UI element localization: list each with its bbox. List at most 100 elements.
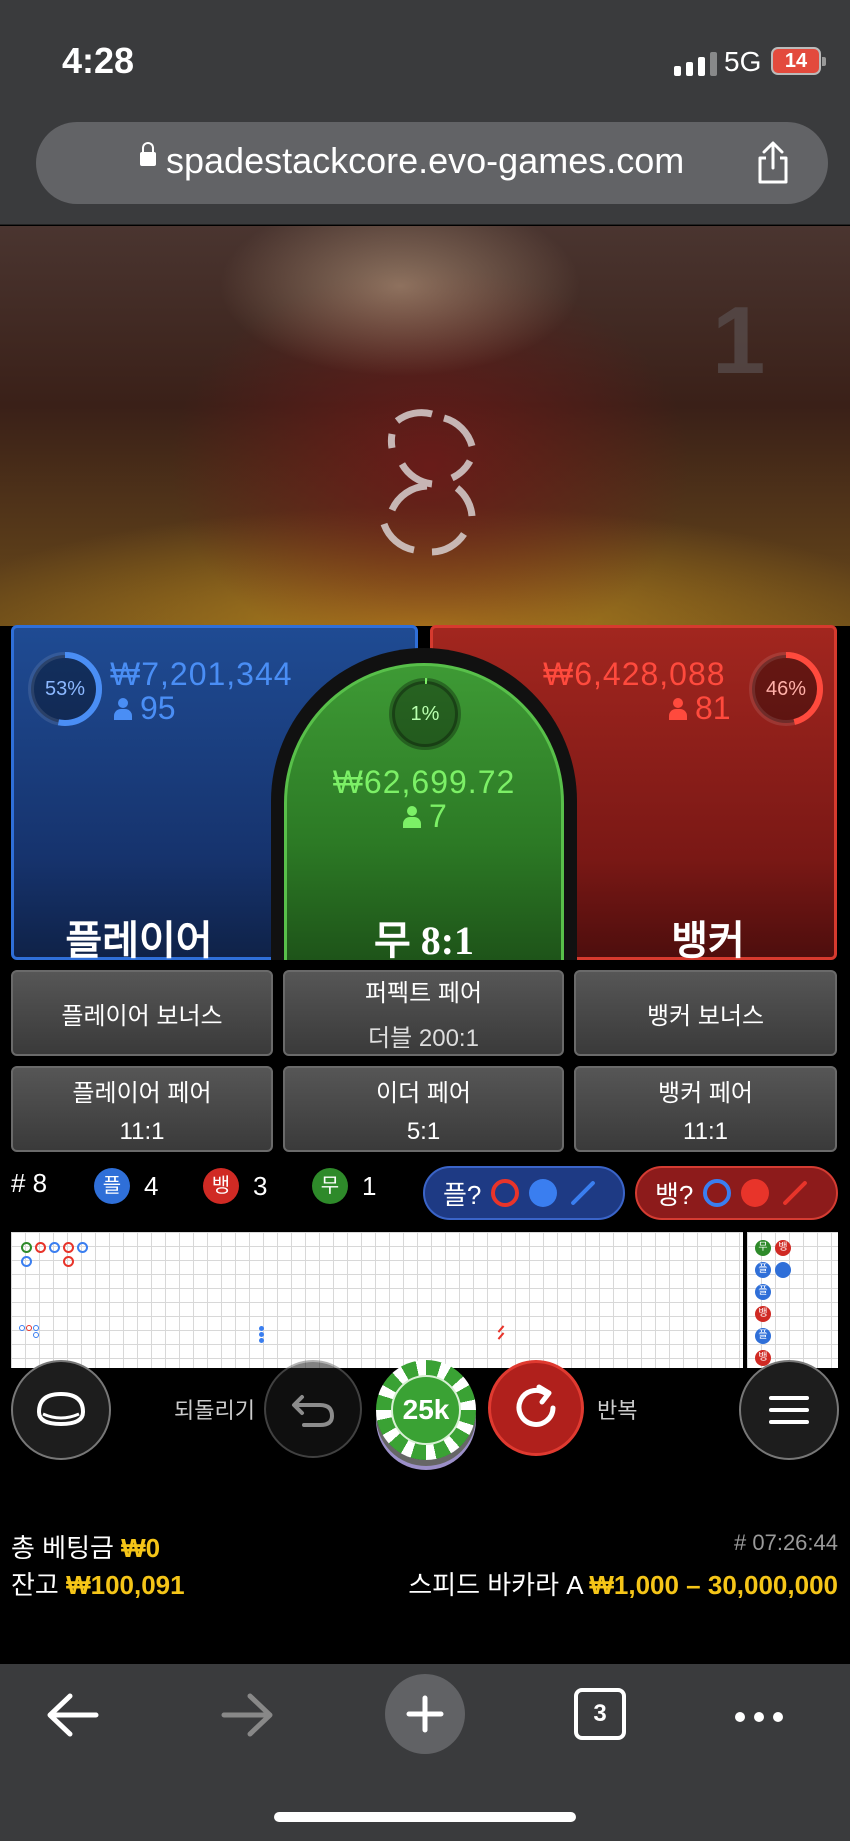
player-bonus-button[interactable]: 플레이어 보너스 (11, 970, 273, 1056)
loading-spinner-icon (380, 409, 476, 556)
banker-bettor-count-value: 81 (695, 690, 731, 726)
cockroach-slash-icon (570, 1180, 597, 1206)
perfect-pair-button[interactable]: 퍼펙트 페어 더블 200:1 (283, 970, 564, 1056)
banker-bonus-button[interactable]: 뱅커 보너스 (574, 970, 837, 1056)
more-options-icon[interactable] (735, 1712, 783, 1722)
tabs-button[interactable]: 3 (574, 1688, 626, 1740)
total-bet-value: ₩0 (121, 1533, 161, 1563)
banker-pair-payout: 11:1 (683, 1117, 728, 1145)
player-pair-payout: 11:1 (119, 1117, 165, 1145)
bead-road-item: 플 (755, 1262, 771, 1278)
menu-button[interactable] (739, 1360, 839, 1460)
roadmap-mark (21, 1242, 32, 1253)
banker-bettor-count: 81 (669, 690, 731, 727)
player-bonus-label: 플레이어 보너스 (61, 1002, 223, 1030)
perfect-pair-payout: 더블 200:1 (368, 1025, 479, 1052)
share-icon[interactable] (748, 138, 798, 188)
lobby-icon (36, 1391, 86, 1427)
signal-icon (674, 52, 717, 76)
banker-badge: 뱅 (203, 1168, 239, 1204)
banker-prediction-label: 뱅? (655, 1179, 694, 1210)
player-bettor-count: 95 (114, 690, 176, 727)
player-prediction-label: 플? (443, 1179, 482, 1210)
tie-bettor-count: 7 (403, 798, 447, 835)
bead-road[interactable]: 무 뱅 플 플 뱅 플 뱅 (747, 1232, 838, 1368)
balance: 잔고 ₩100,091 (11, 1565, 185, 1602)
chip-selector[interactable]: 25k (376, 1360, 476, 1460)
banker-bonus-label: 뱅커 보너스 (646, 1002, 765, 1030)
undo-button[interactable] (264, 1360, 362, 1458)
either-pair-payout: 5:1 (406, 1117, 441, 1145)
chip-value: 25k (391, 1375, 461, 1445)
bead-road-item: 무 (755, 1240, 771, 1256)
forward-arrow-icon[interactable] (220, 1690, 276, 1740)
total-bet-label: 총 베팅금 (11, 1533, 114, 1563)
banker-pair-button[interactable]: 뱅커 페어 11:1 (574, 1066, 837, 1152)
new-tab-button[interactable] (385, 1674, 465, 1754)
roadmap-mark (259, 1332, 264, 1337)
plus-icon (406, 1695, 444, 1733)
person-icon (403, 805, 421, 828)
player-wins-count: 4 (144, 1170, 159, 1201)
status-bar: 4:28 5G 14 (0, 0, 850, 110)
cockroach-slash-icon (782, 1180, 809, 1206)
banker-wins-stat: 뱅 3 (203, 1168, 267, 1204)
roadmap-mark (497, 1332, 505, 1340)
roadmap-mark (63, 1256, 74, 1267)
table-info: 스피드 바카라 A ₩1,000 – 30,000,000 (408, 1565, 838, 1602)
tie-total-amount: ₩62,699.72 (332, 764, 516, 800)
bet-spot-tie[interactable]: 1% ₩62,699.72 7 무 8:1 (284, 663, 564, 963)
table-name: 스피드 바카라 A (408, 1570, 583, 1600)
roadmap-mark (33, 1325, 39, 1331)
person-icon (669, 697, 687, 720)
banker-percent: 46% (765, 678, 807, 700)
undo-label: 되돌리기 (174, 1398, 255, 1423)
big-eye-ring-icon (703, 1179, 732, 1207)
scoreboard-roadmap[interactable] (11, 1232, 743, 1368)
roadmap-mark (33, 1332, 39, 1338)
balance-label: 잔고 (11, 1570, 59, 1600)
either-pair-title: 이더 페어 (376, 1079, 471, 1107)
banker-prediction-button[interactable]: 뱅? (635, 1166, 838, 1220)
back-arrow-icon[interactable] (44, 1690, 100, 1740)
clock: 4:28 (62, 40, 135, 81)
tie-label: 무 8:1 (373, 918, 475, 963)
big-eye-ring-icon (491, 1179, 520, 1207)
perfect-pair-title: 퍼펙트 페어 (364, 980, 483, 1007)
roadmap-mark (19, 1325, 25, 1331)
bet-limits: ₩1,000 – 30,000,000 (589, 1570, 838, 1600)
banker-total-amount: ₩6,428,088 (543, 656, 726, 692)
roadmap-mark (497, 1325, 505, 1333)
player-prediction-button[interactable]: 플? (423, 1166, 625, 1220)
banker-wins-count: 3 (253, 1170, 268, 1201)
either-pair-button[interactable]: 이더 페어 5:1 (283, 1066, 564, 1152)
tie-percent: 1% (410, 703, 440, 725)
battery-icon: 14 (771, 47, 826, 75)
tie-bettor-count-value: 7 (429, 798, 447, 834)
network-type: 5G (724, 46, 762, 77)
tie-wins-stat: 무 1 (312, 1168, 376, 1204)
person-icon (114, 697, 132, 720)
video-round-number: 1 (712, 287, 766, 394)
lobby-button[interactable] (11, 1360, 111, 1460)
repeat-button[interactable] (488, 1360, 584, 1456)
player-pair-button[interactable]: 플레이어 페어 11:1 (11, 1066, 273, 1152)
live-video: 1 (0, 226, 850, 626)
balance-value: ₩100,091 (66, 1570, 185, 1600)
small-road-dot-icon (529, 1179, 558, 1207)
undo-icon (292, 1395, 335, 1427)
tie-badge: 무 (312, 1168, 348, 1204)
bead-road-item (775, 1262, 791, 1278)
total-bet: 총 베팅금 ₩0 (11, 1528, 160, 1565)
roadmap-mark (26, 1325, 32, 1331)
player-bettor-count-value: 95 (140, 690, 176, 726)
url-bar[interactable]: spadestackcore.evo-games.com (36, 122, 828, 204)
player-badge: 플 (94, 1168, 130, 1204)
player-pair-title: 플레이어 페어 (72, 1079, 212, 1107)
url-text: spadestackcore.evo-games.com (166, 140, 685, 181)
repeat-icon (516, 1384, 556, 1427)
browser-header: spadestackcore.evo-games.com (0, 110, 850, 225)
player-label: 플레이어 (65, 919, 213, 963)
bead-road-item: 플 (755, 1284, 771, 1300)
roadmap-mark (35, 1242, 46, 1253)
